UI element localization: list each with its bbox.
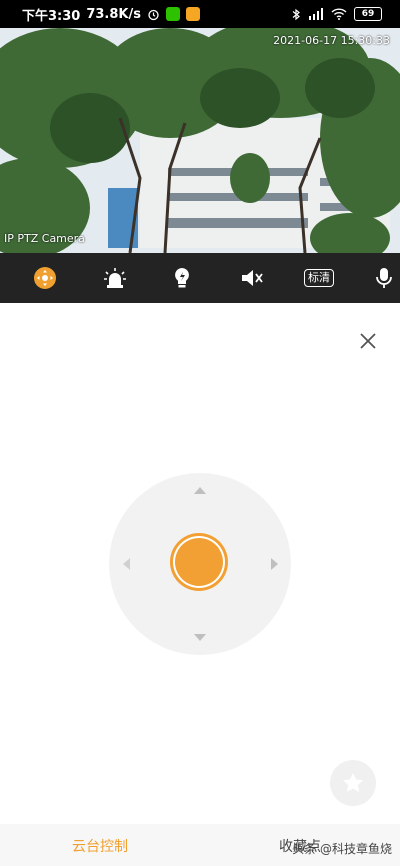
camera-scene (0, 28, 400, 253)
alarm-button[interactable] (100, 263, 130, 293)
watermark: 头条 @科技章鱼烧 (292, 842, 392, 856)
status-speed: 73.8K/s (86, 6, 141, 22)
bluetooth-icon (292, 8, 301, 21)
tab-ptz-control[interactable]: 云台控制 (72, 836, 128, 856)
ptz-panel (0, 303, 400, 866)
mic-button[interactable] (374, 263, 400, 293)
star-icon (343, 773, 363, 793)
joystick-knob[interactable] (173, 536, 225, 588)
light-button[interactable] (167, 263, 197, 293)
mute-button[interactable] (237, 263, 267, 293)
wifi-icon (331, 8, 347, 20)
arrow-up-icon[interactable] (193, 483, 207, 497)
status-right: 69 (292, 0, 382, 28)
mic-icon (376, 268, 392, 288)
status-left: 下午3:30 73.8K/s (22, 0, 200, 28)
camera-live-view[interactable]: 2021-06-17 15:30:33 IP PTZ Camera (0, 28, 400, 253)
arrow-right-icon[interactable] (268, 557, 282, 571)
notes-icon (185, 7, 200, 21)
status-time: 下午3:30 (22, 8, 81, 24)
signal-icon (308, 8, 324, 20)
camera-label: IP PTZ Camera (4, 232, 85, 245)
quality-button[interactable]: 标清 (304, 263, 334, 293)
status-bar: 下午3:30 73.8K/s 69 (0, 0, 400, 28)
favorite-button[interactable] (330, 760, 376, 806)
bottom-tab-bar: 云台控制 收藏点 头条 @科技章鱼烧 (0, 824, 400, 866)
camera-timestamp: 2021-06-17 15:30:33 (273, 34, 390, 47)
ptz-joystick[interactable] (109, 473, 291, 655)
close-button[interactable] (355, 328, 381, 354)
arrow-down-icon[interactable] (193, 631, 207, 645)
alarm-clock-icon (147, 8, 160, 21)
close-icon (360, 333, 376, 349)
quality-badge: 标清 (304, 269, 334, 287)
ptz-icon (34, 267, 56, 289)
wechat-icon (165, 7, 180, 21)
alarm-icon (104, 268, 126, 288)
mute-icon (242, 270, 263, 286)
camera-toolbar: 标清 (0, 253, 400, 303)
ptz-control-button[interactable] (30, 263, 60, 293)
light-icon (175, 268, 189, 288)
arrow-left-icon[interactable] (119, 557, 133, 571)
battery-indicator: 69 (354, 7, 382, 21)
